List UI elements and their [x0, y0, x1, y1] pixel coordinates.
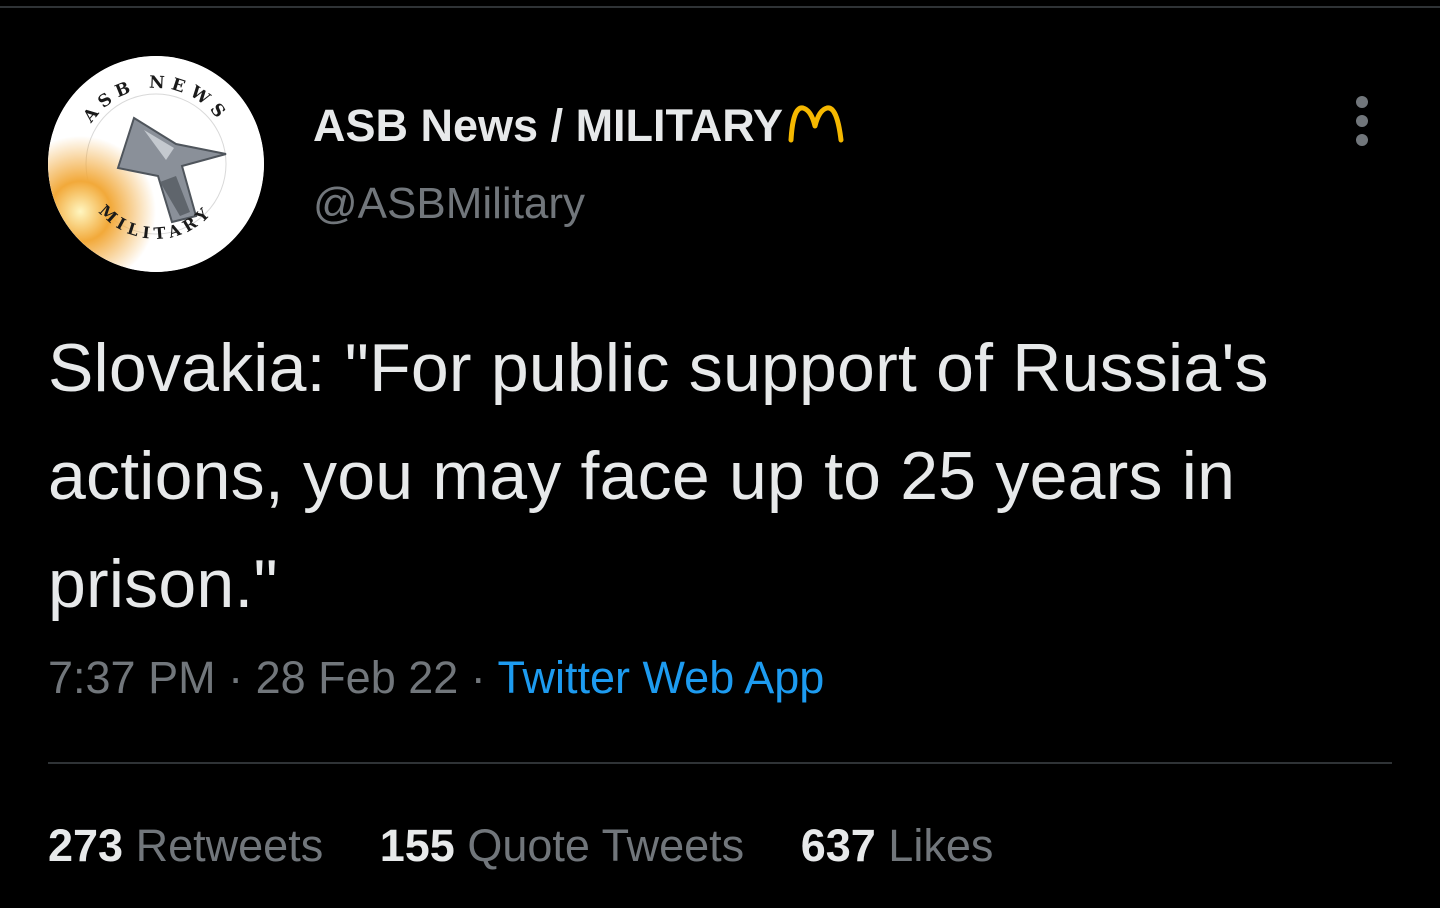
- quote-tweets-label: Quote Tweets: [467, 820, 745, 871]
- engagement-stats: 273 Retweets 155 Quote Tweets 637 Likes: [48, 816, 1392, 876]
- retweets-count: 273: [48, 820, 124, 871]
- retweets-label: Retweets: [135, 820, 324, 871]
- tweet-detail: ASB NEWS MILITARY ASB News / MILITARY @A…: [48, 56, 1392, 876]
- more-dot: [1356, 134, 1368, 146]
- stats-divider: [48, 762, 1392, 764]
- tweet-time[interactable]: 7:37 PM: [48, 652, 216, 703]
- display-name-text: ASB News / MILITARY: [313, 100, 784, 151]
- more-dot: [1356, 96, 1368, 108]
- author-handle[interactable]: @ASBMilitary: [313, 178, 847, 230]
- likes-label: Likes: [888, 820, 994, 871]
- tweet-date[interactable]: 28 Feb 22: [256, 652, 459, 703]
- meta-separator: ·: [470, 652, 486, 703]
- top-divider: [0, 6, 1440, 8]
- likes-stat[interactable]: 637 Likes: [801, 816, 994, 876]
- tweet-header: ASB NEWS MILITARY ASB News / MILITARY @A…: [48, 56, 1392, 276]
- likes-count: 637: [800, 820, 876, 871]
- more-dot: [1356, 115, 1368, 127]
- meta-separator: ·: [228, 652, 244, 703]
- quote-tweets-stat[interactable]: 155 Quote Tweets: [380, 816, 744, 876]
- author-block: ASB News / MILITARY @ASBMilitary: [313, 100, 847, 230]
- quote-tweets-count: 155: [379, 820, 455, 871]
- avatar[interactable]: ASB NEWS MILITARY: [48, 56, 264, 272]
- golden-arches-icon: [787, 100, 847, 155]
- display-name[interactable]: ASB News / MILITARY: [313, 100, 847, 155]
- tweet-source-link[interactable]: Twitter Web App: [498, 652, 825, 703]
- retweets-stat[interactable]: 273 Retweets: [48, 816, 323, 876]
- more-options-icon[interactable]: [1350, 96, 1374, 150]
- tweet-text: Slovakia: "For public support of Russia'…: [48, 330, 1269, 622]
- tweet-meta: 7:37 PM · 28 Feb 22 · Twitter Web App: [48, 648, 1392, 708]
